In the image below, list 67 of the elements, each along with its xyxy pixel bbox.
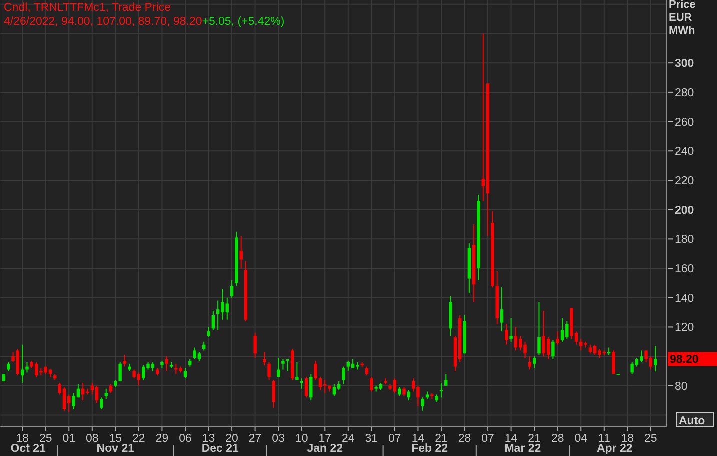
month-label: Feb 22 bbox=[412, 443, 448, 455]
month-label: Dec 21 bbox=[202, 443, 239, 455]
date-label: 20 bbox=[226, 433, 238, 445]
date-label: 29 bbox=[156, 433, 169, 445]
y-tick-label: 120 bbox=[675, 322, 694, 334]
date-label: 01 bbox=[62, 433, 76, 445]
candlestick bbox=[254, 333, 257, 358]
y-tick-label: 140 bbox=[675, 292, 694, 305]
date-label: 18 bbox=[621, 433, 634, 445]
y-tick-label: 260 bbox=[675, 116, 694, 129]
date-label: 22 bbox=[132, 433, 146, 445]
axis-tick-label: 160 bbox=[668, 264, 694, 276]
axis-tick-label: 80 bbox=[668, 380, 688, 393]
y-tick-label: 280 bbox=[675, 87, 694, 100]
date-label: 21 bbox=[528, 433, 541, 445]
date-label: 24 bbox=[342, 433, 355, 445]
date-label: 15 bbox=[109, 433, 122, 445]
price-change: +5.05, (+5.42%) bbox=[202, 15, 285, 29]
axis-tick-label: 280 bbox=[668, 87, 694, 100]
date-label: 03 bbox=[272, 433, 285, 445]
y-tick-label: 180 bbox=[675, 234, 694, 246]
date-label: 28 bbox=[458, 433, 472, 445]
y-tick-label: 80 bbox=[675, 380, 688, 393]
date-label: 07 bbox=[482, 433, 494, 445]
axis-tick-label: 140 bbox=[668, 292, 694, 305]
axis-tick-label: 220 bbox=[668, 175, 694, 188]
y-tick-label: 300 bbox=[675, 58, 694, 70]
price-values: 4/26/2022, 94.00, 107.00, 89.70, 98.20 bbox=[4, 15, 202, 29]
axis-unit-label: Price bbox=[669, 0, 696, 11]
axis-tick-label: 180 bbox=[668, 234, 694, 246]
date-label: 18 bbox=[16, 433, 29, 445]
y-tick-label: 240 bbox=[675, 146, 694, 158]
month-label: Jan 22 bbox=[307, 443, 344, 455]
y-tick-label: 220 bbox=[675, 175, 694, 188]
date-label: 21 bbox=[435, 433, 448, 445]
date-label: 04 bbox=[574, 433, 588, 445]
month-label: Nov 21 bbox=[96, 443, 135, 455]
month-label: Apr 22 bbox=[596, 443, 633, 455]
candlestick bbox=[2, 374, 6, 382]
date-label: 11 bbox=[598, 433, 610, 445]
date-label: 27 bbox=[248, 433, 262, 445]
axis-tick-label: 300 bbox=[668, 58, 694, 70]
axis-unit-label: EUR bbox=[669, 12, 692, 24]
axis-unit-label: MWh bbox=[669, 25, 696, 37]
axis-tick-label: 120 bbox=[668, 322, 694, 334]
date-label: 10 bbox=[295, 433, 308, 445]
y-tick-label: 160 bbox=[675, 264, 694, 276]
auto-button[interactable]: Auto bbox=[676, 412, 714, 428]
axis-tick-label: 240 bbox=[668, 146, 694, 158]
axis-tick-label: 200 bbox=[668, 204, 694, 217]
month-label: Mar 22 bbox=[504, 443, 542, 455]
date-label: 14 bbox=[504, 433, 518, 445]
last-price-tag: 98.20 bbox=[668, 352, 717, 366]
date-label: 06 bbox=[179, 433, 192, 445]
date-label: 25 bbox=[39, 433, 52, 445]
date-label: 13 bbox=[202, 433, 216, 445]
axis-tick-label: 260 bbox=[668, 116, 694, 129]
date-label: 08 bbox=[86, 433, 99, 445]
chart-title: Cndl, TRNLTTFMc1, Trade Price bbox=[4, 1, 172, 15]
month-label: Oct 21 bbox=[10, 443, 46, 455]
date-label: 07 bbox=[388, 433, 402, 445]
date-label: 25 bbox=[644, 433, 658, 445]
y-tick-label: 200 bbox=[675, 204, 694, 217]
date-label: 14 bbox=[412, 433, 425, 445]
date-label: 31 bbox=[365, 433, 378, 445]
date-label: 28 bbox=[551, 433, 564, 445]
date-label: 17 bbox=[318, 433, 332, 445]
